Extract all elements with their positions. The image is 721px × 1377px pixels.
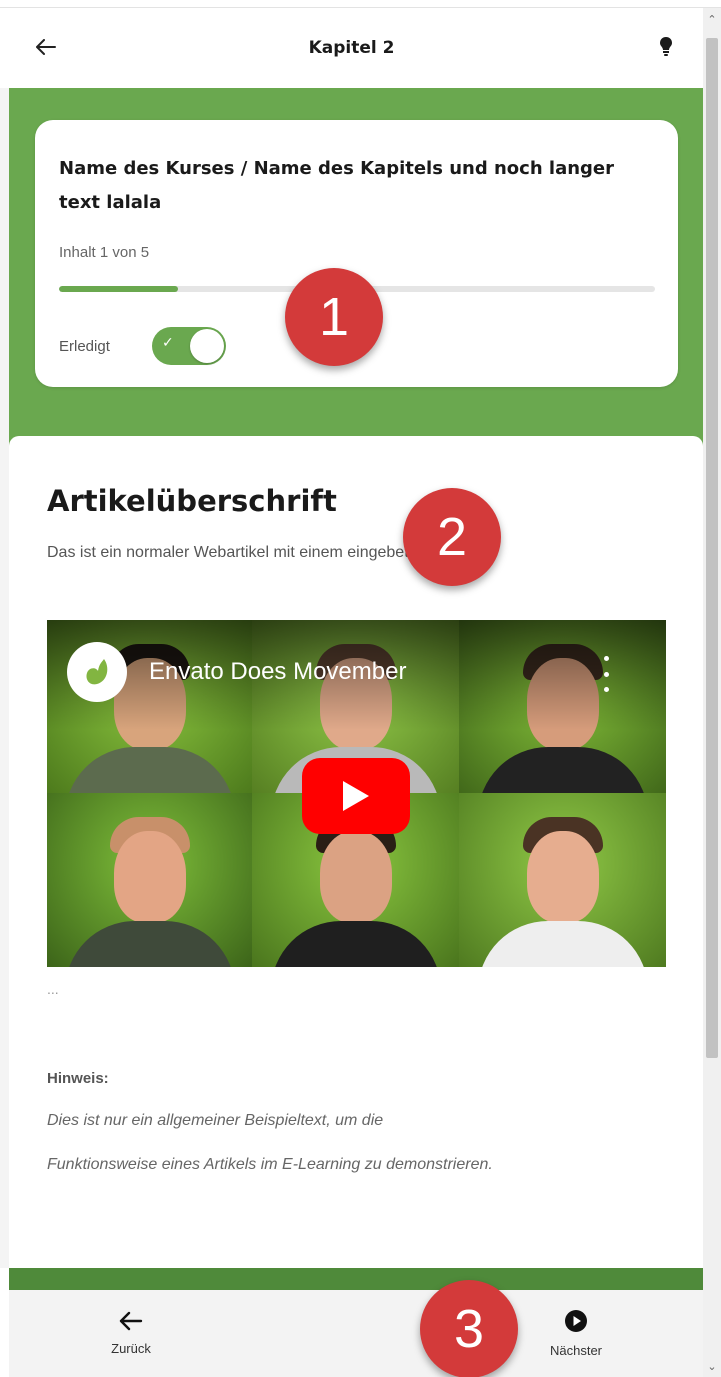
annotation-marker-2: 2 [403, 488, 501, 586]
more-vertical-icon[interactable] [599, 656, 613, 692]
annotation-marker-3: 3 [420, 1280, 518, 1377]
course-title: Name des Kurses / Name des Kapitels und … [59, 158, 615, 213]
note-label: Hinweis: [47, 1070, 109, 1087]
envato-leaf-icon[interactable] [67, 642, 127, 702]
play-circle-icon [565, 1310, 587, 1332]
annotation-marker-1: 1 [285, 268, 383, 366]
progress-label: Inhalt 1 von 5 [59, 244, 150, 261]
footer-band [9, 1268, 703, 1290]
tip-button[interactable] [648, 30, 684, 64]
scrollbar[interactable]: ⌃ ⌄ [703, 8, 721, 1377]
scrollbar-thumb[interactable] [706, 38, 718, 1058]
article-content: Artikelüberschrift Das ist ein normaler … [9, 436, 703, 1268]
arrow-left-icon [36, 39, 56, 55]
checkmark-icon: ✓ [162, 335, 174, 351]
progress-bar-fill [59, 286, 179, 292]
next-label: Nächster [549, 1343, 603, 1358]
toggle-knob [190, 329, 224, 363]
page-gutter [0, 88, 9, 1268]
previous-label: Zurück [111, 1341, 151, 1356]
lightbulb-icon [660, 37, 672, 56]
article-heading: Artikelüberschrift [47, 484, 337, 518]
done-toggle[interactable]: ✓ [152, 327, 226, 365]
content-ellipsis: ... [47, 981, 59, 997]
video-title[interactable]: Envato Does Movember [149, 658, 406, 686]
page-title: Kapitel 2 [308, 38, 395, 58]
header-back-button[interactable] [26, 30, 66, 64]
scroll-down-arrow[interactable]: ⌄ [703, 1355, 721, 1377]
app-header: Kapitel 2 [0, 8, 703, 88]
next-button[interactable]: Nächster [526, 1290, 626, 1377]
note-text-line: Dies ist nur ein allgemeiner Beispieltex… [47, 1112, 384, 1129]
scroll-up-arrow[interactable]: ⌃ [703, 8, 721, 30]
youtube-play-icon[interactable] [302, 758, 410, 834]
embedded-video[interactable]: Envato Does Movember [47, 620, 666, 967]
browser-top-edge [0, 0, 721, 8]
previous-button[interactable]: Zurück [81, 1290, 181, 1377]
done-label: Erledigt [59, 338, 110, 355]
video-thumbnail-tile [459, 793, 666, 967]
bottom-navigation: Zurück Nächster [9, 1290, 703, 1377]
note-text-line: Funktionsweise eines Artikels im E-Learn… [47, 1156, 493, 1173]
video-thumbnail-tile [47, 793, 252, 967]
arrow-left-icon [119, 1311, 143, 1331]
